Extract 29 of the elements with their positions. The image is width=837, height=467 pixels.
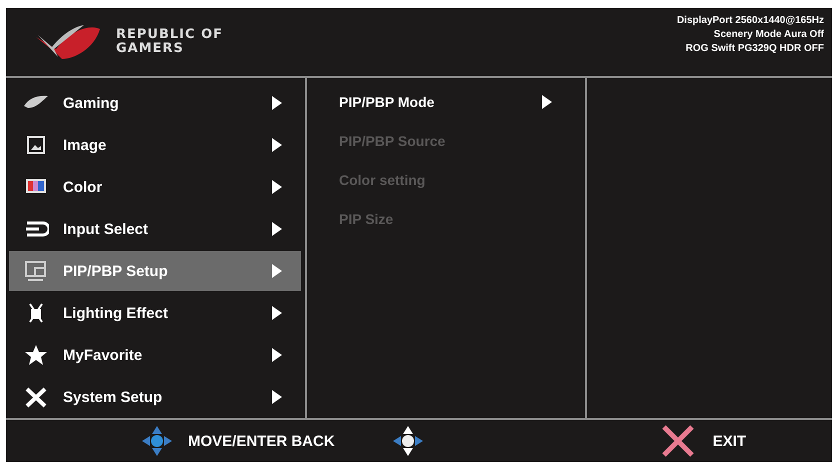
hint-text: EXIT bbox=[712, 432, 746, 450]
dpad-icon bbox=[142, 426, 172, 456]
menu-item[interactable]: Lighting Effect bbox=[9, 293, 301, 333]
hint-text: MOVE/ENTER BACK bbox=[188, 432, 335, 450]
menu-item[interactable]: System Setup bbox=[9, 377, 301, 417]
pip-screen-icon bbox=[23, 260, 49, 282]
logo-text: REPUBLIC OF GAMERS bbox=[116, 28, 224, 56]
arrow-icon bbox=[271, 263, 283, 279]
arrow-icon bbox=[541, 94, 553, 110]
menu-item[interactable]: Input Select bbox=[9, 209, 301, 249]
arrow-icon bbox=[271, 95, 283, 111]
menu-item[interactable]: Color bbox=[9, 167, 301, 207]
submenu-item[interactable]: PIP/PBP Mode bbox=[307, 82, 585, 121]
arrow-icon bbox=[271, 305, 283, 321]
arrow-icon bbox=[271, 347, 283, 363]
arrow-icon bbox=[271, 389, 283, 405]
arrow-icon bbox=[271, 179, 283, 195]
status-text: Scenery Mode Aura Off bbox=[712, 28, 824, 42]
menu-item[interactable]: MyFavorite bbox=[9, 335, 301, 375]
close-icon bbox=[660, 424, 695, 458]
menu-item[interactable]: PIP/PBP Setup bbox=[9, 251, 301, 291]
menu-item[interactable]: Image bbox=[9, 125, 301, 165]
status-text: DisplayPort 2560x1440@165Hz bbox=[676, 14, 824, 28]
arrow-icon bbox=[271, 137, 283, 153]
dpad-icon bbox=[392, 426, 423, 456]
star-icon bbox=[23, 344, 49, 366]
arrow-icon bbox=[271, 221, 283, 237]
status-text: ROG Swift PG329Q HDR OFF bbox=[684, 42, 824, 56]
menu-item[interactable]: Gaming bbox=[9, 83, 301, 123]
